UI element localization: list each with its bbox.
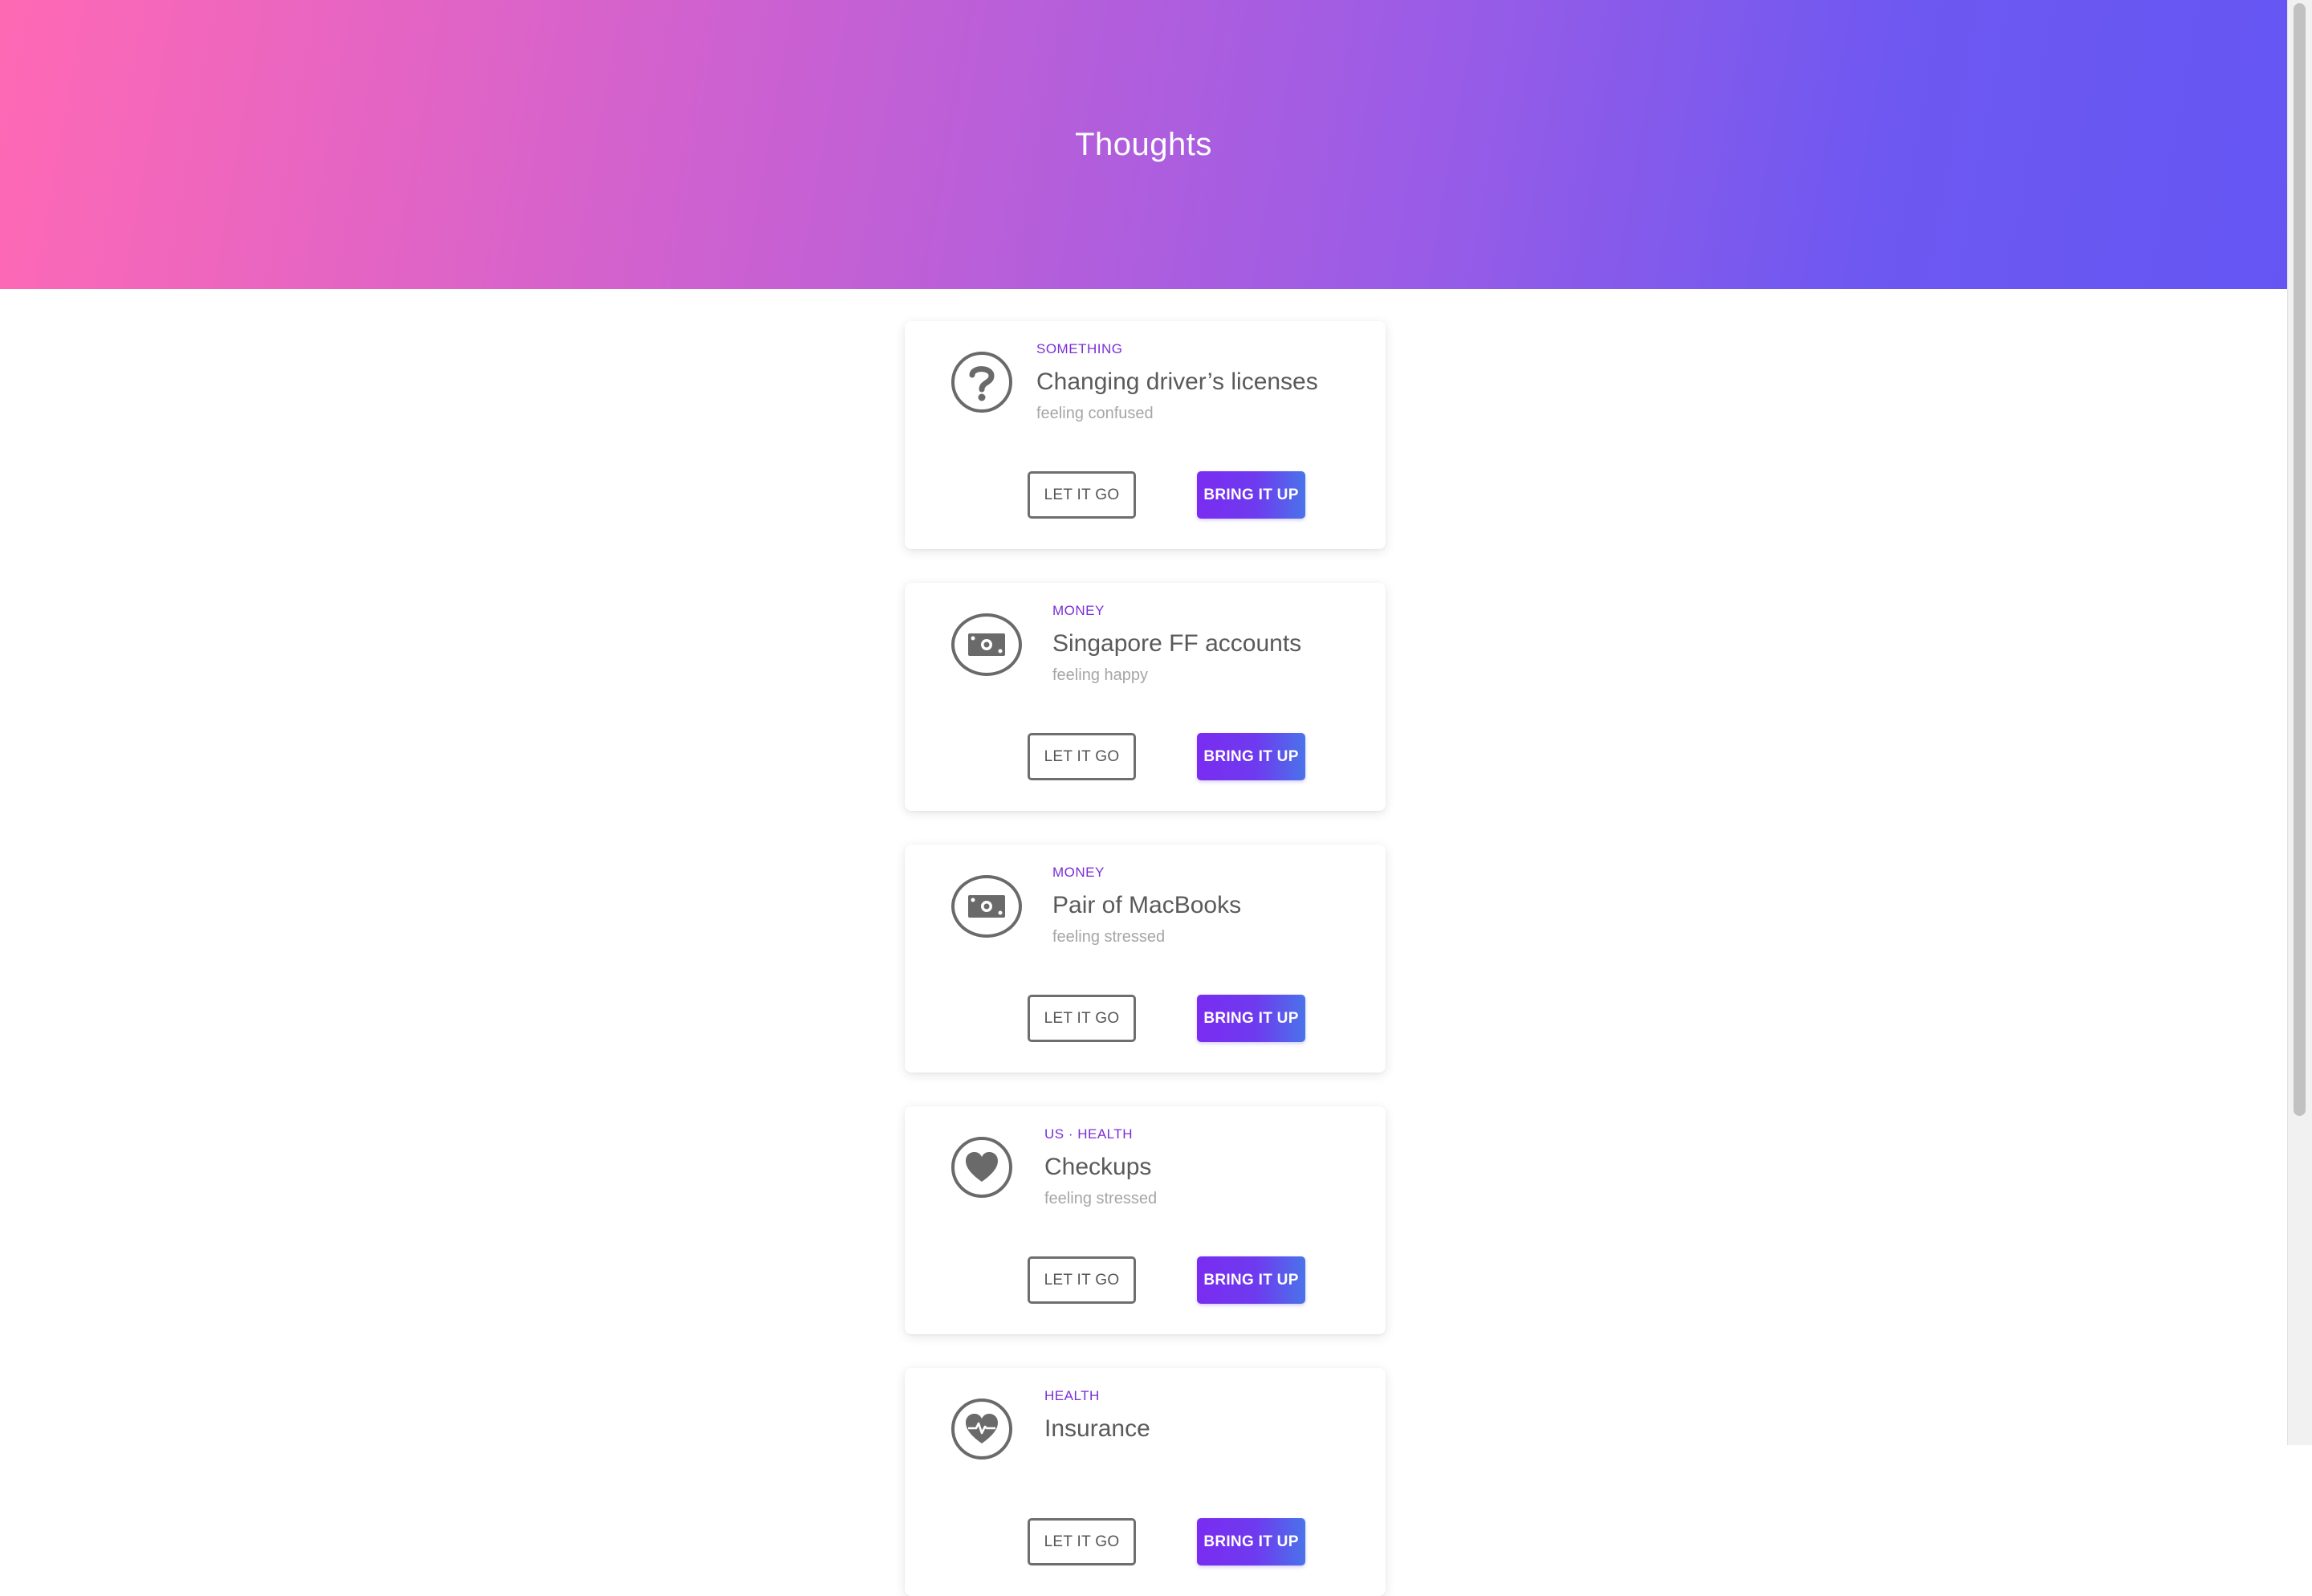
thought-card: MONEY Pair of MacBooks feeling stressed … [905,845,1386,1073]
thought-card: SOMETHING Changing driver’s licenses fee… [905,321,1386,549]
let-it-go-button[interactable]: LET IT GO [1028,471,1136,519]
card-title: Insurance [1044,1415,1150,1442]
bring-it-up-button[interactable]: BRING IT UP [1197,995,1305,1042]
let-it-go-button[interactable]: LET IT GO [1028,733,1136,780]
bring-it-up-button[interactable]: BRING IT UP [1197,471,1305,519]
thought-card: US · HEALTH Checkups feeling stressed LE… [905,1106,1386,1334]
heart-pulse-icon [951,1399,1012,1460]
thought-feed: SOMETHING Changing driver’s licenses fee… [0,289,2287,1596]
scrollbar-thumb[interactable] [2294,3,2306,1116]
page-title: Thoughts [1075,126,1212,162]
money-icon [951,875,1022,938]
header-banner: Thoughts [0,0,2287,289]
vertical-scrollbar[interactable] [2287,0,2312,1445]
let-it-go-button[interactable]: LET IT GO [1028,995,1136,1042]
card-feeling: feeling happy [1052,666,1148,684]
card-title: Changing driver’s licenses [1036,368,1318,395]
bring-it-up-button[interactable]: BRING IT UP [1197,1256,1305,1304]
card-category: MONEY [1052,865,1105,880]
card-feeling: feeling stressed [1052,928,1166,946]
card-text: US · HEALTH Checkups feeling stressed [1044,1126,1157,1209]
let-it-go-button[interactable]: LET IT GO [1028,1518,1136,1565]
card-text: MONEY Pair of MacBooks feeling stressed [1052,864,1241,947]
card-title: Checkups [1044,1154,1152,1180]
money-icon [951,613,1022,676]
let-it-go-button[interactable]: LET IT GO [1028,1256,1136,1304]
card-category: SOMETHING [1036,341,1123,356]
card-category: MONEY [1052,603,1105,618]
thought-card: HEALTH Insurance LET IT GO BRING IT UP [905,1368,1386,1596]
heart-icon [951,1137,1012,1198]
question-icon [951,352,1012,413]
bring-it-up-button[interactable]: BRING IT UP [1197,733,1305,780]
bring-it-up-button[interactable]: BRING IT UP [1197,1518,1305,1565]
card-category: US · HEALTH [1044,1126,1134,1142]
card-title: Pair of MacBooks [1052,892,1242,918]
card-feeling: feeling stressed [1044,1190,1158,1207]
card-feeling: feeling confused [1036,405,1154,422]
card-text: SOMETHING Changing driver’s licenses fee… [1036,340,1318,424]
card-text: MONEY Singapore FF accounts feeling happ… [1052,602,1301,686]
card-category: HEALTH [1044,1388,1100,1403]
card-text: HEALTH Insurance [1044,1387,1150,1450]
thought-card: MONEY Singapore FF accounts feeling happ… [905,583,1386,811]
card-title: Singapore FF accounts [1052,630,1302,657]
